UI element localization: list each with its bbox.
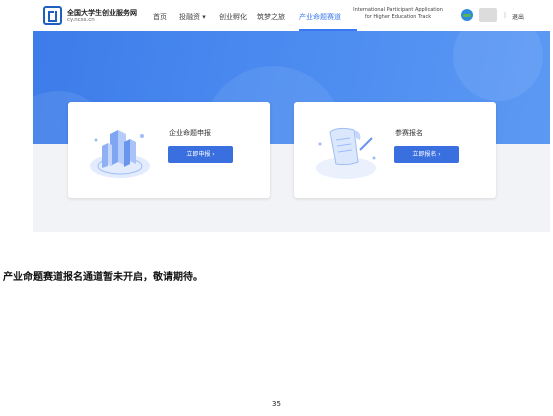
nav-item-investment[interactable]: 投融资 ▾ (179, 12, 206, 22)
intl-line-2: for Higher Education Track (364, 13, 432, 20)
nav-item-home[interactable]: 首页 (153, 12, 167, 22)
intl-line-1: International Participant Application (353, 7, 443, 13)
app-screenshot: 全国大学生创业服务网 cy.ncss.cn 首页 投融资 ▾ 创业孵化 筑梦之旅… (33, 0, 550, 232)
registration-card: 参赛报名 立即报名 › (294, 102, 496, 198)
card-title: 参赛报名 (395, 129, 423, 137)
enterprise-proposal-card: 企业命题申报 立即申报 › (68, 102, 270, 198)
scroll-illustration-icon (316, 127, 376, 179)
page-number: 35 (272, 400, 281, 408)
banner-decoration (453, 31, 543, 101)
card-title: 企业命题申报 (169, 129, 211, 137)
logo-icon[interactable] (43, 6, 62, 25)
top-nav: 全国大学生创业服务网 cy.ncss.cn 首页 投融资 ▾ 创业孵化 筑梦之旅… (33, 0, 550, 31)
user-avatar[interactable] (479, 8, 497, 22)
register-now-button[interactable]: 立即报名 › (394, 146, 459, 163)
nav-separator: | (504, 12, 507, 19)
nav-item-industry-track[interactable]: 产业命题赛道 (299, 12, 341, 22)
logo-subtitle: cy.ncss.cn (67, 17, 95, 23)
nav-item-dream-journey[interactable]: 筑梦之旅 (257, 12, 285, 22)
apply-now-button[interactable]: 立即申报 › (168, 146, 233, 163)
document-caption: 产业命题赛道报名通道暂未开启，敬请期待。 (3, 272, 203, 283)
buildings-illustration-icon (90, 130, 150, 178)
intl-participant-link[interactable]: International Participant Application fo… (353, 7, 443, 20)
logout-link[interactable]: 退出 (512, 12, 524, 21)
nav-item-incubation[interactable]: 创业孵化 (219, 12, 247, 22)
globe-icon[interactable] (461, 9, 473, 21)
